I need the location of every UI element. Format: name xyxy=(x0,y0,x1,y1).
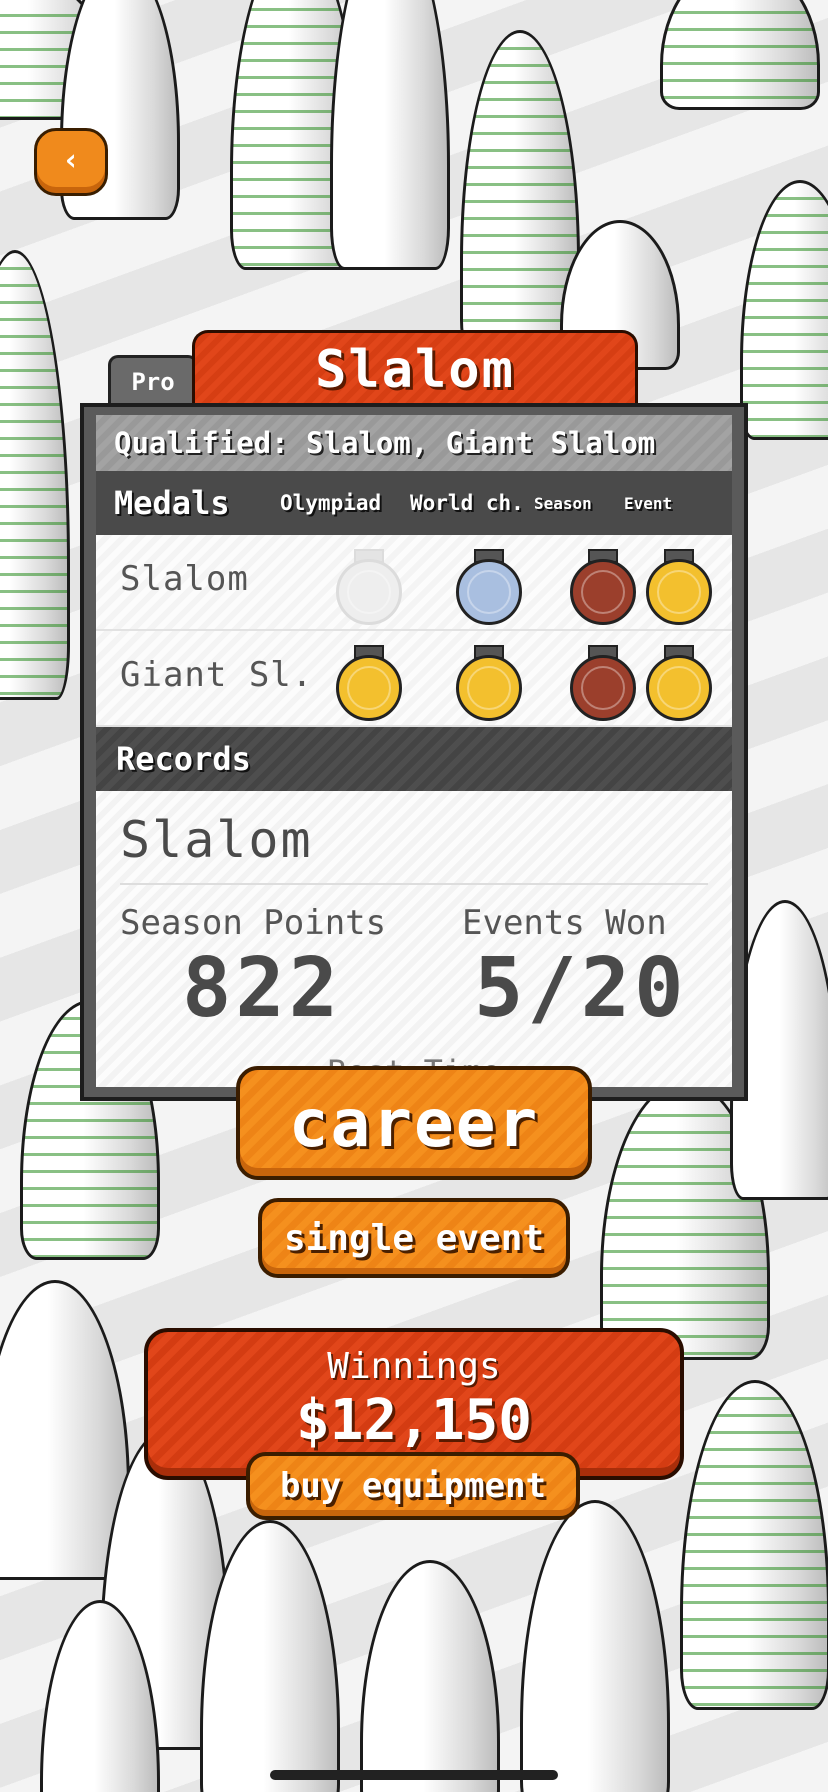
level-tab-pro[interactable]: Pro xyxy=(108,355,198,405)
medal-bronze-icon xyxy=(570,645,636,721)
back-button[interactable]: ‹ xyxy=(34,128,108,196)
medal-row-slalom: Slalom xyxy=(96,535,732,631)
records-body: Slalom Season Points 822 Events Won 5/20… xyxy=(96,791,732,1087)
medal-silver-icon xyxy=(456,549,522,625)
medal-bronze-icon xyxy=(570,549,636,625)
medal-gold-icon xyxy=(336,645,402,721)
medal-gold-icon xyxy=(646,645,712,721)
buy-equipment-button[interactable]: buy equipment xyxy=(246,1452,580,1520)
col-event: Event xyxy=(624,493,673,513)
record-event-name: Slalom xyxy=(120,811,313,869)
winnings-amount: $12,150 xyxy=(295,1388,532,1453)
divider xyxy=(120,883,708,885)
winnings-label: Winnings xyxy=(327,1346,501,1387)
events-won-value: 5/20 xyxy=(474,941,688,1036)
stats-panel: Qualified: Slalom, Giant Slalom Medals O… xyxy=(80,403,748,1101)
career-button[interactable]: career xyxy=(236,1066,592,1180)
season-points-label: Season Points xyxy=(120,903,387,943)
event-title-tab: Slalom xyxy=(192,330,638,406)
medal-row-giant-slalom: Giant Sl. xyxy=(96,631,732,727)
medal-none-icon xyxy=(336,549,402,625)
events-won-label: Events Won xyxy=(462,903,667,943)
records-header: Records xyxy=(96,727,732,791)
medal-gold-icon xyxy=(456,645,522,721)
medals-title: Medals xyxy=(114,484,230,522)
home-indicator[interactable] xyxy=(270,1770,558,1780)
col-season: Season xyxy=(534,493,592,513)
season-points-value: 822 xyxy=(182,941,343,1036)
col-olympiad: Olympiad xyxy=(280,491,382,515)
medal-row-label: Giant Sl. xyxy=(120,655,314,695)
event-title: Slalom xyxy=(315,339,515,400)
col-world-ch: World ch. xyxy=(410,491,524,515)
qualified-bar: Qualified: Slalom, Giant Slalom xyxy=(96,415,732,471)
medals-header: Medals Olympiad World ch. Season Event xyxy=(96,471,732,535)
single-event-button[interactable]: single event xyxy=(258,1198,570,1278)
chevron-left-icon: ‹ xyxy=(61,142,81,178)
medal-row-label: Slalom xyxy=(120,559,249,599)
medal-gold-icon xyxy=(646,549,712,625)
